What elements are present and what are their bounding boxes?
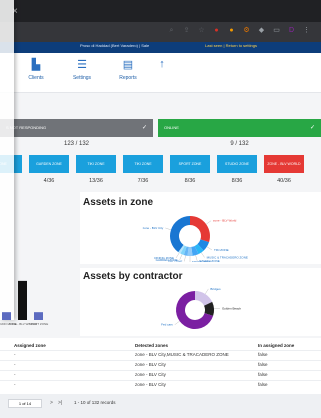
topbar-link[interactable]: Last seen | Return to settings <box>205 43 257 48</box>
online-count: 9 / 132 <box>230 141 249 147</box>
zone-tile[interactable]: TIKI ZONE <box>123 155 163 173</box>
menu-item-label: Clients <box>28 75 44 81</box>
zone-tile[interactable]: TIKI ZONE <box>76 155 116 173</box>
zone-tile[interactable]: GARDEN ZONE <box>29 155 69 173</box>
menu-item-clients[interactable]: ▙ Clients <box>16 58 56 81</box>
table-cell: false <box>258 352 268 357</box>
pagination-bar <box>0 394 321 418</box>
ext-orange-icon[interactable]: ● <box>227 26 236 35</box>
check-icon: ✓ <box>309 125 315 131</box>
row-divider <box>0 350 321 351</box>
table-cell: - <box>14 352 16 357</box>
table-header-detected-zones[interactable]: Detected zones <box>135 343 168 348</box>
pie-label: Bridges <box>210 287 221 291</box>
ext-puzzle-icon[interactable]: ◆ <box>257 26 266 35</box>
share-icon[interactable]: ⇪ <box>182 26 191 35</box>
table-cell: - <box>14 362 16 367</box>
ext-gear-icon[interactable]: ⚙ <box>242 26 251 35</box>
bar[interactable] <box>34 312 43 320</box>
bar-category-label: SPORT ZONE <box>29 322 48 326</box>
zone-count: 7/36 <box>137 178 149 184</box>
assets-by-contractor-title: Assets by contractor <box>83 271 183 282</box>
pie-label: SPORT ZONE <box>192 260 211 262</box>
next-page-icon[interactable]: > <box>50 400 53 406</box>
pie-leader-line <box>201 252 205 258</box>
menu-item-up[interactable]: ↑ <box>142 58 182 74</box>
menu-item-label: Settings <box>72 75 92 81</box>
table-cell: - <box>14 382 16 387</box>
assets-by-contractor-chart: Bridges Golden Beach Fed cars <box>161 287 241 329</box>
pie-label: DINING ZONE <box>154 256 174 260</box>
pie-leader-line <box>206 220 212 225</box>
zone-tile[interactable]: SPORT ZONE <box>170 155 210 173</box>
pie-leader-line <box>165 227 172 230</box>
table-cell: false <box>258 372 268 377</box>
ext-red-icon[interactable]: ● <box>212 26 221 35</box>
not-responding-count: 123 / 132 <box>63 141 90 147</box>
pie-label: TIKI ZONE <box>214 248 229 252</box>
topbar-account-text: Prosc di Haddad (Bert Varadero) | Sale <box>80 43 150 48</box>
row-divider <box>0 370 321 371</box>
assets-in-zone-chart: zone - BLV WorldTIKI ZONEMUSIC & TRACADE… <box>143 216 248 262</box>
menu-item-label: Reports <box>119 75 137 81</box>
screen: × ⌕ ⇪ ☆ ● ● ⚙ ◆ ▭ D ⋮ Prosc di Haddad (Bert Varad… <box>0 0 321 418</box>
row-divider <box>0 360 321 361</box>
zone-bar-chart: STUDIO ZONEZONE - BLV WORLDSPORT ZONE <box>0 280 48 326</box>
zone-count: 13/36 <box>89 178 103 184</box>
settings-icon: ☰ <box>77 59 87 71</box>
table-cell: false <box>258 362 268 367</box>
zone-count: 8/36 <box>231 178 243 184</box>
profile-icon[interactable]: D <box>287 26 296 35</box>
browser-extension-icons: ⌕ ⇪ ☆ ● ● ⚙ ◆ ▭ D ⋮ <box>167 26 311 35</box>
clients-icon: ▙ <box>31 59 41 71</box>
pie-slice[interactable] <box>190 216 210 243</box>
star-icon[interactable]: ☆ <box>197 26 206 35</box>
app-topbar <box>0 42 321 53</box>
menu-icon[interactable]: ⋮ <box>302 26 311 35</box>
status-online-label: ONLINE <box>164 125 179 130</box>
check-icon: ✓ <box>141 125 147 131</box>
zone-count: 4/36 <box>43 178 55 184</box>
pie-label: zone - BLV City <box>143 226 164 230</box>
pie-label: Golden Beach <box>222 306 241 310</box>
zone-count: 40/36 <box>277 178 291 184</box>
table-cell: - <box>14 372 16 377</box>
table-cell: zone - BLV City,MUSIC & TRACADERO ZONE <box>135 352 229 357</box>
window-icon[interactable]: ▭ <box>272 26 281 35</box>
pie-leader-line <box>205 288 209 295</box>
bar[interactable] <box>2 312 11 320</box>
browser-tab-strip <box>0 0 321 22</box>
up-arrow-icon: ↑ <box>159 58 165 70</box>
last-page-icon[interactable]: >| <box>58 400 62 406</box>
table-cell: zone - BLV City <box>135 362 166 367</box>
bar[interactable] <box>18 280 27 320</box>
table-cell: zone - BLV City <box>135 372 166 377</box>
pie-leader-line <box>174 321 180 325</box>
table-header-assigned-zone[interactable]: Assigned zone <box>14 343 46 348</box>
page-input[interactable]: 1 of 14 <box>8 399 42 408</box>
zone-tile[interactable]: STUDIO ZONE <box>217 155 257 173</box>
status-online[interactable]: ONLINE ✓ <box>158 119 321 137</box>
status-not-responding[interactable]: S NOT RESPONDING ✓ <box>0 119 153 137</box>
zone-tile[interactable]: ZONE - BLV WORLD <box>264 155 304 173</box>
menu-item-settings[interactable]: ☰ Settings <box>62 58 102 81</box>
table-cell: false <box>258 382 268 387</box>
pie-leader-line <box>184 255 186 262</box>
pie-leader-line <box>206 246 213 251</box>
pie-label: Fed cars <box>161 323 173 327</box>
table-cell: zone - BLV City <box>135 382 166 387</box>
zoom-icon[interactable]: ⌕ <box>167 26 176 35</box>
table-header-in-assigned-zone[interactable]: In assigned zone <box>258 343 294 348</box>
pie-label: zone - BLV World <box>213 219 237 223</box>
row-divider <box>0 380 321 381</box>
records-summary: 1 - 10 of 132 records <box>74 400 116 405</box>
zone-count: 8/36 <box>184 178 196 184</box>
